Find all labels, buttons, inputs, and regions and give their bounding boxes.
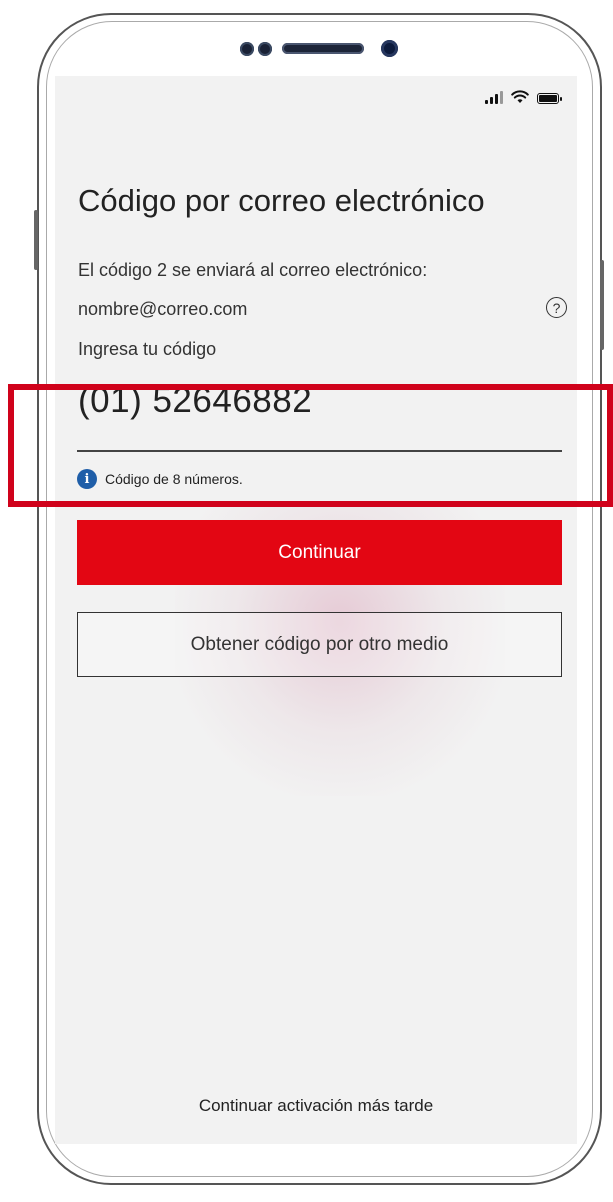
status-bar [485, 88, 562, 104]
page-title: Código por correo electrónico [78, 183, 485, 218]
other-method-button[interactable]: Obtener código por otro medio [77, 612, 562, 677]
continue-button[interactable]: Continuar [77, 520, 562, 585]
sensor-dot-icon [240, 42, 254, 56]
continue-later-link[interactable]: Continuar activación más tarde [55, 1096, 577, 1116]
help-glyph: ? [552, 299, 561, 316]
highlight-box [8, 384, 613, 507]
code-field-label: Ingresa tu código [78, 339, 217, 359]
app-screen: Código por correo electrónico El código … [55, 76, 577, 1144]
help-icon[interactable]: ? [546, 297, 567, 318]
sensor-dot-icon [258, 42, 272, 56]
send-notice-text: El código 2 se enviará al correo electró… [78, 260, 428, 280]
wifi-icon [511, 90, 529, 103]
speaker-grille [282, 43, 364, 54]
battery-icon [537, 93, 562, 104]
email-address: nombre@correo.com [78, 299, 248, 319]
front-camera-icon [381, 40, 398, 57]
side-button-left [34, 210, 38, 270]
side-button-right [600, 260, 604, 350]
signal-icon [485, 91, 503, 104]
